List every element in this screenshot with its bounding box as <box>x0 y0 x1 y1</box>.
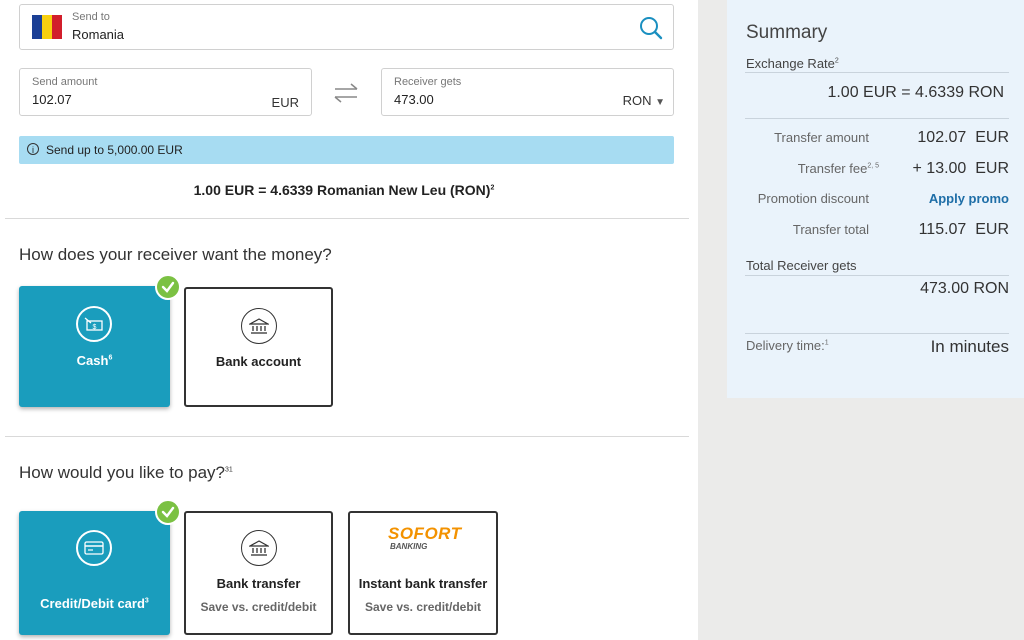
apply-promo-link[interactable]: Apply promo <box>929 191 1009 206</box>
divider <box>5 218 689 219</box>
summary-divider <box>745 72 1009 73</box>
search-icon[interactable] <box>638 15 664 41</box>
swap-arrows-icon[interactable] <box>333 83 359 103</box>
receive-currency: RON <box>622 93 652 108</box>
summary-divider <box>745 333 1009 334</box>
divider <box>5 436 689 437</box>
receiver-gets-label: Receiver gets <box>394 76 462 88</box>
total-receiver-gets-value: 473.00 RON <box>920 280 1009 297</box>
exchange-rate-line: 1.00 EUR = 4.6339 Romanian New Leu (RON)… <box>0 182 688 198</box>
exchange-rate-value: 1.00 EUR = 4.6339 RON <box>827 84 1004 101</box>
sofort-logo: SOFORT BANKING <box>388 524 462 551</box>
credit-card-icon <box>76 530 112 566</box>
pay-option-label: Bank transfer <box>216 576 301 591</box>
exchange-rate-label: Exchange Rate2 <box>746 56 839 71</box>
bank-icon <box>241 530 277 566</box>
pay-option-label: Credit/Debit card3 <box>40 596 149 611</box>
pay-option-bank-transfer[interactable]: Bank transfer Save vs. credit/debit <box>184 511 333 635</box>
chevron-down-icon: ▼ <box>655 97 665 108</box>
pay-option-subtitle: Save vs. credit/debit <box>200 600 317 614</box>
send-amount-field[interactable]: Send amount 102.07 EUR <box>19 68 312 116</box>
romania-flag-icon <box>32 15 62 39</box>
delivery-time-label: Delivery time:1 <box>746 338 829 353</box>
pay-option-label: Instant bank transfer <box>358 576 488 591</box>
transfer-total-value: 115.07 EUR <box>918 221 1009 238</box>
receive-option-bank-account[interactable]: Bank account <box>184 287 333 407</box>
send-currency: EUR <box>271 95 299 110</box>
summary-divider <box>745 118 1009 119</box>
destination-label: Send to <box>72 11 110 23</box>
svg-text:$: $ <box>93 324 97 331</box>
bank-icon <box>241 308 277 344</box>
transfer-amount-value: 102.07 EUR <box>917 129 1009 146</box>
receive-currency-select[interactable]: RON ▼ <box>623 93 665 108</box>
delivery-time-value: In minutes <box>930 337 1009 356</box>
send-amount-label: Send amount <box>32 76 98 88</box>
transfer-fee-label: Transfer fee2, 5 <box>797 161 879 176</box>
exchange-rate-text: 1.00 EUR = 4.6339 Romanian New Leu (RON) <box>193 182 491 198</box>
receive-option-cash[interactable]: $ Cash6 <box>19 286 170 407</box>
summary-divider <box>745 275 1009 276</box>
transfer-fee-value: + 13.00 EUR <box>912 160 1010 177</box>
cash-icon: $ <box>76 306 112 342</box>
payment-method-question: How would you like to pay?31 <box>19 463 233 482</box>
exchange-rate-footnote: 2 <box>490 184 495 192</box>
receiver-gets-value[interactable]: 473.00 <box>394 92 434 107</box>
pay-option-subtitle: Save vs. credit/debit <box>364 600 482 614</box>
pay-option-instant-bank-transfer[interactable]: SOFORT BANKING Instant bank transfer Sav… <box>348 511 498 635</box>
receiver-gets-field[interactable]: Receiver gets 473.00 RON ▼ <box>381 68 674 116</box>
destination-country-field[interactable]: Send to Romania <box>19 4 674 50</box>
total-receiver-gets-label: Total Receiver gets <box>746 258 857 273</box>
destination-value: Romania <box>72 27 125 42</box>
summary-title: Summary <box>746 22 828 43</box>
transfer-amount-label: Transfer amount <box>774 130 869 145</box>
selected-check-icon <box>155 274 181 300</box>
promotion-discount-label: Promotion discount <box>757 191 869 206</box>
send-limit-text: Send up to 5,000.00 EUR <box>46 143 183 157</box>
info-icon: i <box>27 143 39 155</box>
transfer-total-label: Transfer total <box>792 222 869 237</box>
pay-option-credit-debit-card[interactable]: Credit/Debit card3 <box>19 511 170 635</box>
receive-option-label: Bank account <box>215 354 302 369</box>
send-limit-notice: i Send up to 5,000.00 EUR <box>19 136 674 164</box>
send-amount-value[interactable]: 102.07 <box>32 92 72 107</box>
selected-check-icon <box>155 499 181 525</box>
receive-option-label: Cash6 <box>76 353 113 368</box>
receive-method-question: How does your receiver want the money? <box>19 245 332 264</box>
